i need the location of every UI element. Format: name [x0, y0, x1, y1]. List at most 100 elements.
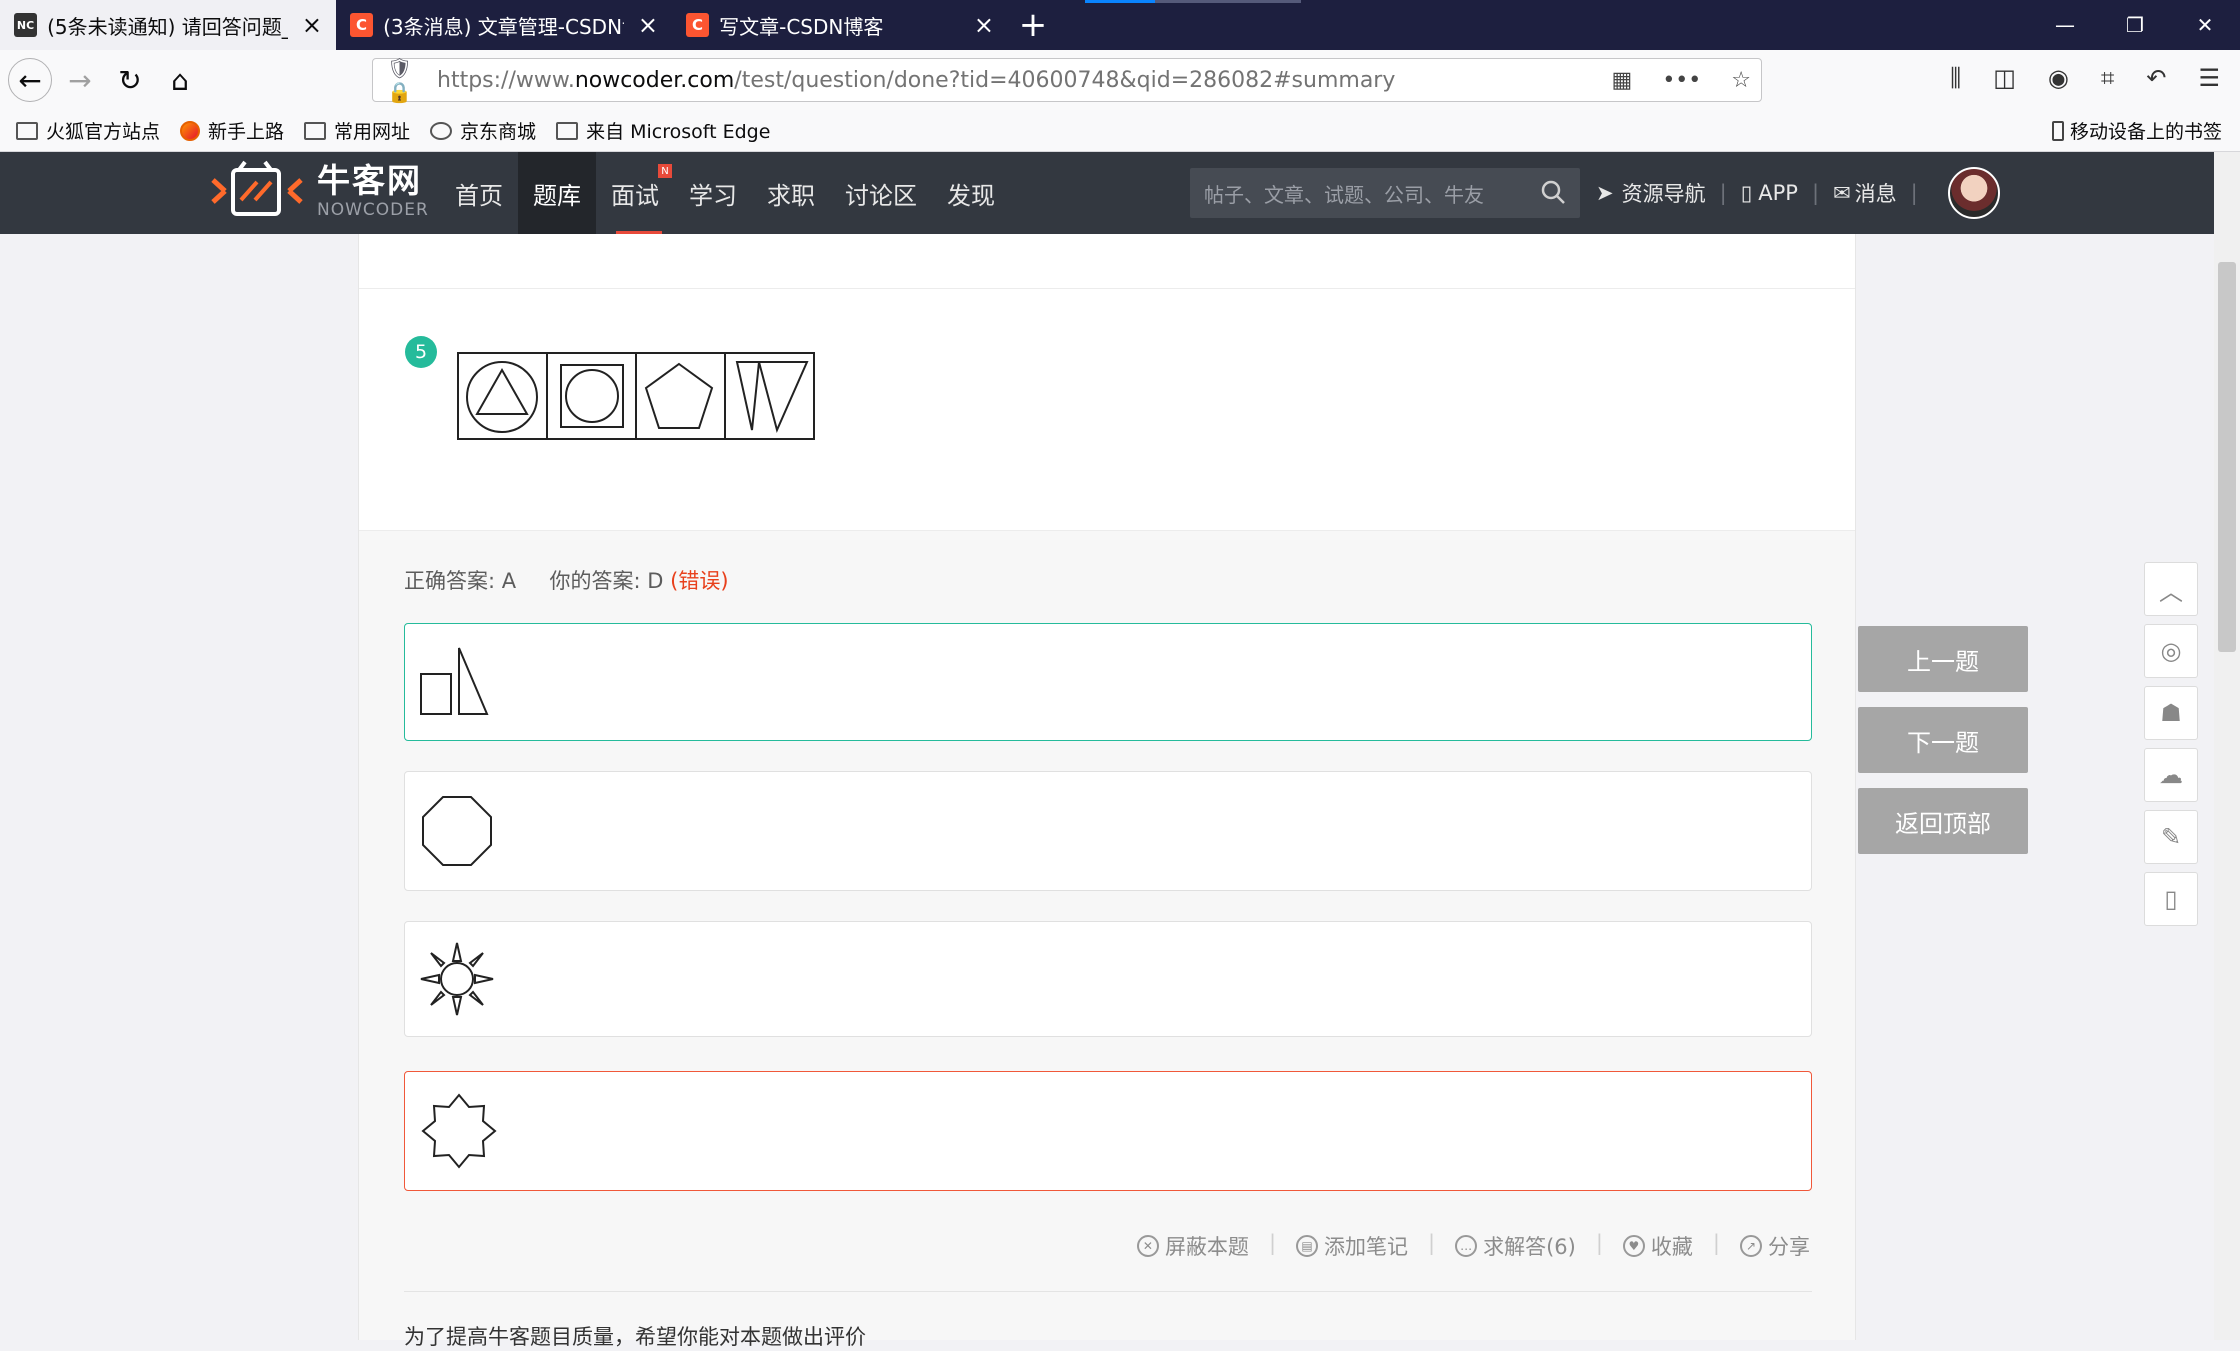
bookmark-item[interactable]: 火狐官方站点: [16, 117, 160, 144]
back-arrow-icon[interactable]: ←: [8, 58, 52, 102]
resource-nav-link[interactable]: ➤ 资源导航: [1596, 178, 1706, 208]
option-a[interactable]: [404, 623, 1812, 741]
tab-indicator: [1085, 0, 1155, 3]
nav-study[interactable]: 学习: [674, 152, 752, 234]
bookmarks-bar: 火狐官方站点 新手上路 常用网址 京东商城 来自 Microsoft Edge …: [0, 110, 2240, 152]
ask-answer-button[interactable]: … 求解答(6): [1455, 1231, 1576, 1261]
nav-discover[interactable]: 发现: [932, 152, 1010, 234]
url-bar[interactable]: 🛡 🔒 https://www. nowcoder.com/test/questi…: [372, 56, 1762, 104]
option-d[interactable]: [404, 1071, 1812, 1191]
close-icon[interactable]: ×: [974, 13, 994, 37]
prev-question-button[interactable]: 上一题: [1858, 626, 2028, 692]
csdn-favicon-icon: C: [350, 13, 374, 37]
home-icon[interactable]: ⌂: [158, 58, 202, 102]
page-scrollbar[interactable]: [2214, 152, 2240, 1340]
site-header: 牛客网 NOWCODER 首页 题库 面试 N 学习 求职 讨论区 发现 帖子、文…: [0, 152, 2214, 234]
question-number-badge: 5: [405, 336, 437, 368]
mobile-bookmarks[interactable]: 移动设备上的书签: [2051, 117, 2222, 144]
tab-csdn-write[interactable]: C 写文章-CSDN博客 ×: [672, 0, 1008, 50]
toolbar-right: ⫼ ◫ ◉ ⌗ ↶ ☰: [1950, 64, 2220, 92]
folder-icon: [304, 121, 327, 140]
app-link[interactable]: ▯ APP: [1741, 181, 1798, 205]
tab-title: 写文章-CSDN博客: [719, 14, 884, 39]
sun-icon: [420, 942, 494, 1016]
question-card: 5 正确答案: A 你的答案: D (错误) ✕ 屏蔽本题 | ▤ 添加笔记 |…: [358, 234, 1856, 1349]
undo-icon[interactable]: ↶: [2146, 64, 2166, 92]
nav-jobs[interactable]: 求职: [752, 152, 830, 234]
option-c[interactable]: [404, 921, 1812, 1037]
phone-icon: [2051, 120, 2064, 141]
folder-icon: [556, 121, 579, 140]
bookmark-item[interactable]: 新手上路: [180, 117, 284, 144]
reload-icon[interactable]: ↻: [108, 58, 152, 102]
site-search-input[interactable]: 帖子、文章、试题、公司、牛友: [1190, 168, 1580, 218]
share-button[interactable]: ↗ 分享: [1740, 1231, 1810, 1261]
close-icon[interactable]: ×: [638, 13, 658, 37]
close-icon[interactable]: ×: [302, 13, 322, 37]
account-icon[interactable]: ◉: [2048, 64, 2069, 92]
library-icon[interactable]: ⫼: [1950, 64, 1961, 92]
octagon-icon: [422, 796, 492, 866]
next-question-button[interactable]: 下一题: [1858, 707, 2028, 773]
wechat-icon[interactable]: ☁: [2144, 748, 2198, 802]
tab-nowcoder[interactable]: NC (5条未读通知) 请回答问题_通用 ×: [0, 0, 336, 50]
weibo-icon[interactable]: ◎: [2144, 624, 2198, 678]
block-question-button[interactable]: ✕ 屏蔽本题: [1136, 1231, 1249, 1261]
more-icon[interactable]: •••: [1662, 68, 1701, 93]
tab-indicator-secondary: [1155, 0, 1301, 3]
your-answer: 你的答案: D: [549, 569, 664, 593]
bookmark-item[interactable]: 常用网址: [304, 117, 410, 144]
heart-icon: ♥: [1622, 1235, 1645, 1257]
url-actions: ▦ ••• ☆: [1612, 68, 1751, 93]
chat-icon: …: [1455, 1235, 1478, 1257]
csdn-favicon-icon: C: [686, 13, 710, 37]
scrollbar-thumb[interactable]: [2218, 262, 2236, 652]
logo-subtext: NOWCODER: [317, 200, 429, 220]
close-window-icon[interactable]: ✕: [2170, 0, 2240, 50]
messages-link[interactable]: ✉ 消息: [1833, 178, 1897, 208]
qq-icon[interactable]: ☗: [2144, 686, 2198, 740]
tab-title: (5条未读通知) 请回答问题_通用: [47, 14, 288, 39]
answer-summary: 正确答案: A 你的答案: D (错误): [404, 565, 729, 595]
favorite-button[interactable]: ♥ 收藏: [1622, 1231, 1693, 1261]
nav-home[interactable]: 首页: [440, 152, 518, 234]
forward-arrow-icon[interactable]: →: [58, 58, 102, 102]
nowcoder-logo[interactable]: 牛客网 NOWCODER: [205, 160, 429, 222]
nav-interview[interactable]: 面试 N: [596, 152, 674, 234]
url-domain: nowcoder.com: [574, 67, 735, 93]
menu-icon[interactable]: ☰: [2198, 64, 2220, 92]
float-toolbar: ︿ ◎ ☗ ☁ ✎ ▯: [2144, 562, 2198, 934]
avatar[interactable]: [1947, 167, 2000, 219]
restore-icon[interactable]: ❐: [2100, 0, 2170, 50]
main-nav: 首页 题库 面试 N 学习 求职 讨论区 发现: [440, 152, 1010, 234]
firefox-icon: [180, 120, 201, 141]
nav-discuss[interactable]: 讨论区: [830, 152, 932, 234]
block-icon: ✕: [1136, 1235, 1159, 1257]
bookmark-item[interactable]: 京东商城: [430, 117, 536, 144]
search-icon[interactable]: [1540, 179, 1566, 205]
star-icon[interactable]: ☆: [1731, 68, 1751, 93]
url-host: https://www.: [437, 67, 575, 93]
share-icon: ↗: [1740, 1235, 1762, 1257]
mail-icon: ✉: [1833, 181, 1851, 205]
qr-code-icon[interactable]: ▦: [1612, 68, 1633, 93]
sidebar-icon[interactable]: ◫: [1993, 64, 2016, 92]
divider: [404, 1291, 1812, 1292]
pencil-icon[interactable]: ✎: [2144, 810, 2198, 864]
divider: [359, 288, 1855, 289]
back-to-top-button[interactable]: 返回顶部: [1858, 788, 2028, 854]
tab-csdn-manage[interactable]: C (3条消息) 文章管理-CSDN博客 ×: [336, 0, 672, 50]
option-b[interactable]: [404, 771, 1812, 891]
nav-question-bank[interactable]: 题库: [518, 152, 596, 234]
navigation-arrow-icon: ➤: [1596, 181, 1614, 205]
mobile-icon[interactable]: ▯: [2144, 872, 2198, 926]
add-note-button[interactable]: ▤ 添加笔记: [1296, 1231, 1408, 1261]
question-figure: [457, 352, 815, 440]
new-tab-button[interactable]: +: [1008, 0, 1058, 50]
crop-icon[interactable]: ⌗: [2101, 64, 2115, 92]
search-placeholder: 帖子、文章、试题、公司、牛友: [1204, 182, 1484, 207]
eight-point-star-icon: [421, 1093, 497, 1169]
bookmark-item[interactable]: 来自 Microsoft Edge: [556, 117, 770, 144]
chevron-up-icon[interactable]: ︿: [2144, 562, 2198, 616]
minimize-icon[interactable]: —: [2030, 0, 2100, 50]
